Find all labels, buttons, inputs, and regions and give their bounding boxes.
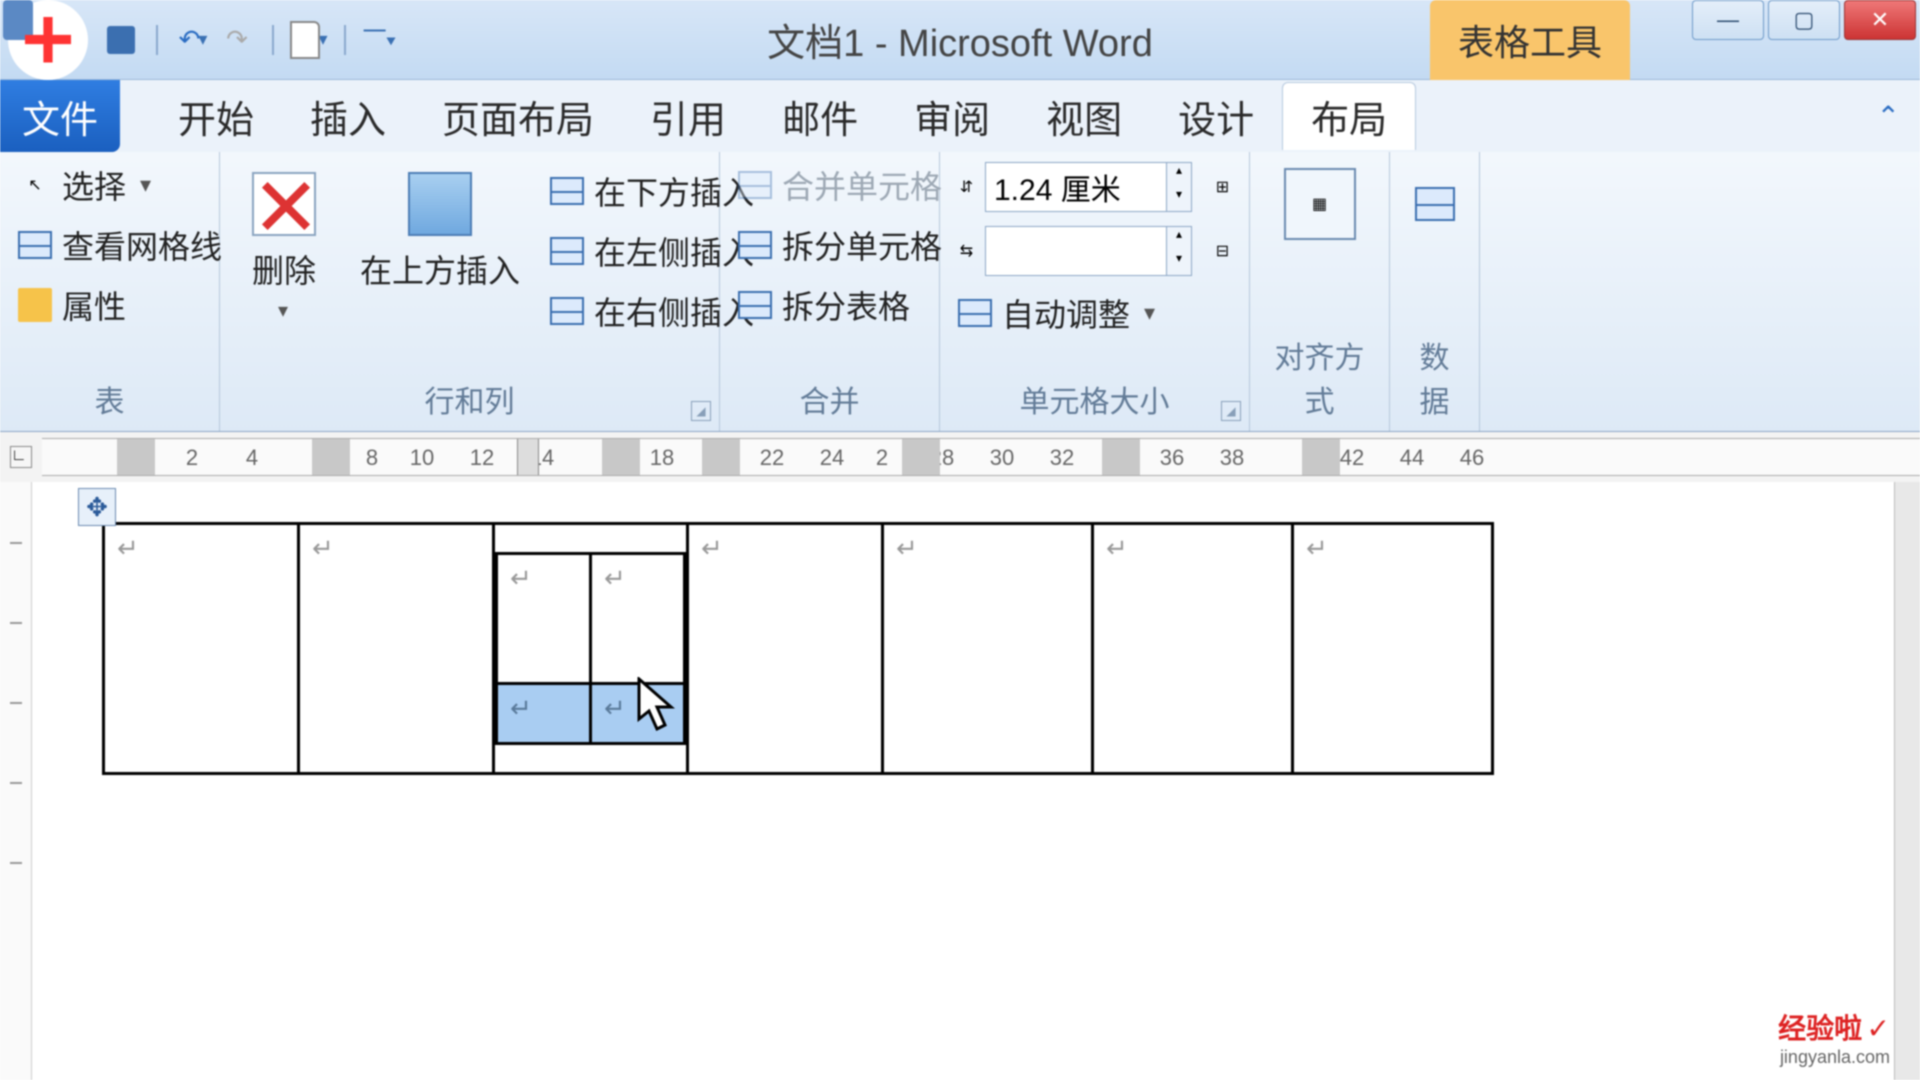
gridlines-icon: [18, 228, 52, 262]
table-cell-selected[interactable]: ↵: [497, 684, 591, 744]
redo-button[interactable]: ↷: [218, 21, 256, 59]
autofit-icon: [958, 296, 992, 330]
group-cell-size: ⇵ 1.24 厘米 ▴▾ ⊞ ⇆ ▴▾ ⊟ 自动调整▾ 单元格大小: [940, 152, 1250, 431]
word-table[interactable]: ↵↵↵↵↵↵↵↵↵↵: [102, 522, 1494, 775]
alignment-icon: ▦: [1284, 168, 1356, 240]
spin-up-icon[interactable]: ▴: [1167, 227, 1191, 251]
office-orb-icon[interactable]: [8, 0, 88, 80]
insert-right-icon: [550, 294, 584, 328]
spin-down-icon[interactable]: ▾: [1167, 187, 1191, 211]
insert-left-icon: [550, 234, 584, 268]
group-table: ↖ 选择▾ 查看网格线 属性 表: [0, 152, 220, 431]
table-cell[interactable]: ↵: [591, 554, 685, 684]
document-area: ✥ ↵↵↵↵↵↵↵↵↵↵: [0, 482, 1920, 1080]
group-label: 行和列: [238, 371, 701, 431]
page[interactable]: ✥ ↵↵↵↵↵↵↵↵↵↵: [32, 482, 1894, 1080]
data-button[interactable]: [1408, 162, 1461, 246]
tab-design[interactable]: 设计: [1150, 83, 1282, 150]
group-merge: 合并单元格 拆分单元格 拆分表格 合并: [720, 152, 940, 431]
vertical-ruler[interactable]: [0, 482, 32, 1080]
insert-below-icon: [550, 174, 584, 208]
table-cell-selected[interactable]: ↵: [591, 684, 685, 744]
tab-stop-selector[interactable]: ∟: [10, 446, 32, 468]
tab-home[interactable]: 开始: [150, 83, 282, 150]
undo-button[interactable]: ↶▾: [174, 21, 212, 59]
close-button[interactable]: ✕: [1844, 0, 1916, 40]
title-bar: ↶▾ ↷ ▾ ⎺▾ 文档1 - Microsoft Word 表格工具 — ▢ …: [0, 0, 1920, 80]
spin-down-icon[interactable]: ▾: [1167, 251, 1191, 275]
group-label: 单元格大小: [958, 371, 1231, 431]
tab-review[interactable]: 审阅: [886, 83, 1018, 150]
help-icon[interactable]: ⌃: [1877, 100, 1900, 133]
tab-view[interactable]: 视图: [1018, 83, 1150, 150]
select-button[interactable]: ↖ 选择▾: [18, 162, 201, 208]
table-cell[interactable]: ↵: [688, 524, 883, 774]
minimize-button[interactable]: —: [1692, 0, 1764, 40]
spin-up-icon[interactable]: ▴: [1167, 163, 1191, 187]
distribute-cols-icon[interactable]: ⊟: [1214, 234, 1231, 268]
properties-button[interactable]: 属性: [18, 282, 201, 328]
delete-button[interactable]: 删除 ▾: [238, 162, 330, 334]
view-gridlines-button[interactable]: 查看网格线: [18, 222, 201, 268]
data-icon: [1399, 168, 1471, 240]
separator: [156, 25, 158, 55]
table-cell[interactable]: ↵: [104, 524, 299, 774]
insert-above-icon: [404, 168, 476, 240]
col-width-input[interactable]: ▴▾: [985, 226, 1192, 276]
group-label: 表: [18, 371, 201, 431]
split-cells-button[interactable]: 拆分单元格: [738, 222, 921, 268]
row-height-input[interactable]: 1.24 厘米 ▴▾: [985, 162, 1192, 212]
dialog-launcher-icon[interactable]: ◢: [691, 401, 711, 421]
merge-icon: [738, 168, 772, 202]
group-data: 数据: [1390, 152, 1480, 431]
group-label: 对齐方式: [1268, 327, 1371, 431]
group-rows-cols: 删除 ▾ 在上方插入 在下方插入 在左侧插入 在右侧插入: [220, 152, 720, 431]
horizontal-ruler[interactable]: ∟ 248101214182224228303243638424446: [0, 432, 1920, 482]
save-button[interactable]: [102, 21, 140, 59]
ribbon-tabs: 文件 开始 插入 页面布局 引用 邮件 审阅 视图 设计 布局 ⌃: [0, 80, 1920, 152]
contextual-tab-label: 表格工具: [1430, 0, 1630, 80]
separator: [272, 25, 274, 55]
table-cell[interactable]: ↵: [1293, 524, 1493, 774]
delete-icon: [248, 168, 320, 240]
alignment-button[interactable]: ▦: [1268, 162, 1371, 246]
merge-cells-button: 合并单元格: [738, 162, 921, 208]
tab-page-layout[interactable]: 页面布局: [414, 83, 622, 150]
autofit-button[interactable]: 自动调整▾: [958, 290, 1231, 336]
cursor-icon: ↖: [18, 168, 52, 202]
quick-access-toolbar: ↶▾ ↷ ▾ ⎺▾: [8, 0, 400, 80]
watermark: 经验啦 ✓ jingyanla.com: [1778, 1007, 1890, 1068]
table-cell[interactable]: ↵: [497, 554, 591, 684]
split-table-icon: [738, 288, 772, 322]
tab-file[interactable]: 文件: [0, 80, 120, 152]
table-cell[interactable]: ↵: [1093, 524, 1293, 774]
group-label: 数据: [1408, 327, 1461, 431]
distribute-rows-icon[interactable]: ⊞: [1214, 170, 1231, 204]
tab-layout[interactable]: 布局: [1282, 82, 1416, 150]
split-cells-icon: [738, 228, 772, 262]
window-title: 文档1 - Microsoft Word: [767, 12, 1153, 67]
window-controls: — ▢ ✕: [1692, 0, 1920, 40]
separator: [344, 25, 346, 55]
tab-insert[interactable]: 插入: [282, 83, 414, 150]
vertical-scrollbar[interactable]: [1894, 482, 1920, 1080]
group-alignment: ▦ 对齐方式: [1250, 152, 1390, 431]
group-label: 合并: [738, 371, 921, 431]
new-document-button[interactable]: ▾: [290, 21, 328, 59]
dialog-launcher-icon[interactable]: ◢: [1221, 401, 1241, 421]
properties-icon: [18, 288, 52, 322]
col-width-icon: ⇆: [958, 234, 975, 268]
tab-mailings[interactable]: 邮件: [754, 83, 886, 150]
table-cell[interactable]: ↵: [299, 524, 494, 774]
insert-above-button[interactable]: 在上方插入: [350, 162, 530, 334]
maximize-button[interactable]: ▢: [1768, 0, 1840, 40]
tab-references[interactable]: 引用: [622, 83, 754, 150]
table-cell[interactable]: ↵: [883, 524, 1093, 774]
qat-customize-button[interactable]: ⎺▾: [362, 21, 400, 59]
table-cell-split[interactable]: ↵↵↵↵: [494, 524, 688, 774]
split-table-button[interactable]: 拆分表格: [738, 282, 921, 328]
table-move-handle-icon[interactable]: ✥: [78, 488, 116, 526]
row-height-icon: ⇵: [958, 170, 975, 204]
ribbon: ↖ 选择▾ 查看网格线 属性 表 删除 ▾ 在上方插入: [0, 152, 1920, 432]
